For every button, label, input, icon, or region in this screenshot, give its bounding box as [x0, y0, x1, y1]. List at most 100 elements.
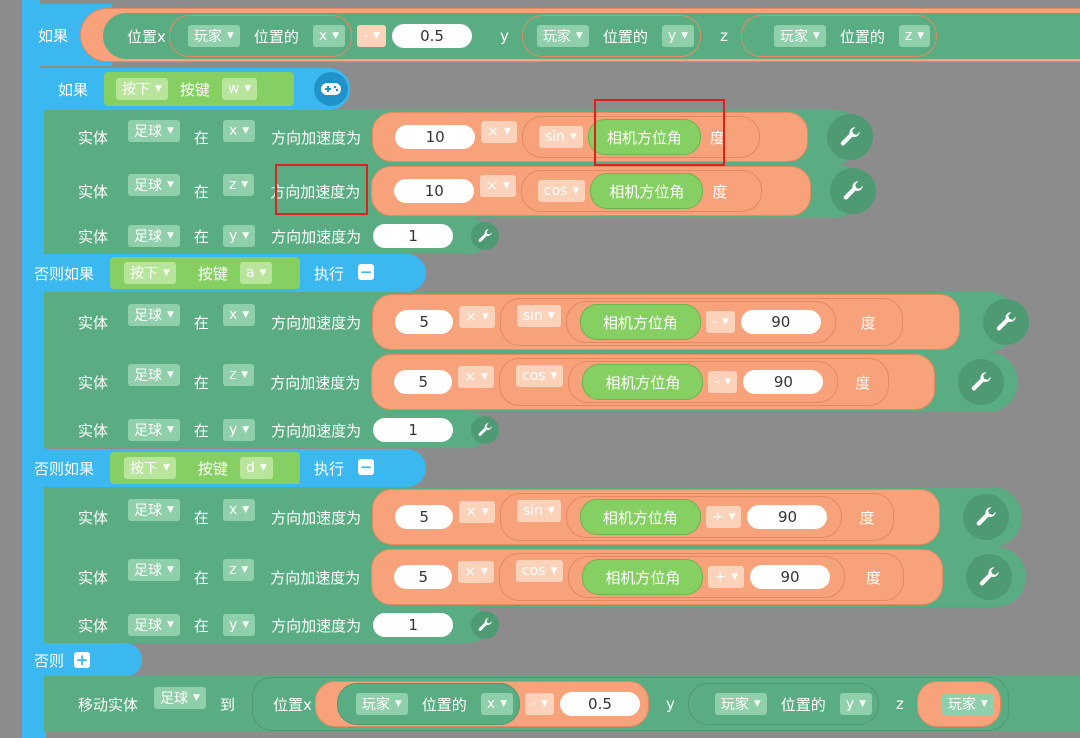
- trig-dropdown[interactable]: cos ▼: [515, 560, 564, 582]
- collapse-icon[interactable]: −: [358, 459, 374, 475]
- wrench-icon[interactable]: [827, 114, 874, 160]
- cos-block[interactable]: cos ▼ 相机方位角 + ▼ 90 度: [498, 553, 905, 601]
- axis-z-dropdown[interactable]: z ▼: [898, 25, 931, 47]
- math-multiply[interactable]: 5 × ▼ cos ▼ 相机方位角 - ▼ 90 度: [371, 354, 936, 410]
- number-input[interactable]: 5: [395, 505, 454, 529]
- key-press-a[interactable]: 按下 ▼ 按键 a ▼: [110, 257, 300, 289]
- axis-y-dropdown[interactable]: y ▼: [661, 25, 695, 47]
- math-multiply[interactable]: 10 × ▼ cos ▼ 相机方位角 度: [371, 166, 812, 216]
- number-input[interactable]: 5: [394, 370, 453, 394]
- op-dropdown[interactable]: + ▼: [705, 506, 742, 528]
- key-w-dropdown[interactable]: w ▼: [221, 78, 258, 100]
- wrench-icon[interactable]: [958, 359, 1005, 405]
- axis-dropdown[interactable]: x ▼: [222, 499, 256, 521]
- key-press-w[interactable]: 按下 ▼ 按键 w ▼: [104, 72, 294, 106]
- player-dropdown[interactable]: 玩家 ▼: [536, 25, 589, 47]
- camera-azimuth-block[interactable]: 相机方位角: [579, 304, 701, 340]
- wrench-icon[interactable]: [963, 494, 1010, 540]
- trig-dropdown[interactable]: cos ▼: [515, 365, 564, 387]
- sin-block[interactable]: sin ▼ 相机方位角 + ▼ 90 度: [499, 493, 894, 541]
- player-dropdown[interactable]: 玩家 ▼: [714, 693, 767, 715]
- mul-op-dropdown[interactable]: × ▼: [459, 306, 495, 328]
- axis-dropdown[interactable]: z ▼: [222, 364, 255, 386]
- object-dropdown[interactable]: 足球 ▼: [128, 120, 180, 142]
- mul-op-dropdown[interactable]: × ▼: [458, 561, 494, 583]
- number-input[interactable]: 1: [373, 613, 454, 637]
- cos-block[interactable]: cos ▼ 相机方位角 - ▼ 90 度: [498, 358, 890, 406]
- trig-dropdown[interactable]: sin ▼: [516, 305, 561, 327]
- math-multiply[interactable]: 5 × ▼ cos ▼ 相机方位角 + ▼ 90 度: [371, 549, 944, 605]
- math-multiply[interactable]: 10 × ▼ sin ▼ 相机方位角 度: [372, 112, 809, 162]
- math-multiply[interactable]: 5 × ▼ sin ▼ 相机方位角 - ▼ 90 度: [372, 294, 961, 350]
- inner-if-block[interactable]: 如果 按下 ▼ 按键 w ▼: [22, 68, 350, 110]
- axis-dropdown[interactable]: x ▼: [222, 304, 256, 326]
- mul-op-dropdown[interactable]: × ▼: [480, 175, 516, 197]
- wrench-icon[interactable]: [983, 299, 1030, 345]
- axis-dropdown[interactable]: x ▼: [222, 120, 256, 142]
- add-block[interactable]: 相机方位角 + ▼ 90: [568, 556, 846, 598]
- axis-dropdown[interactable]: z ▼: [222, 174, 255, 196]
- player-dropdown[interactable]: 玩家 ▼: [941, 693, 994, 715]
- object-dropdown[interactable]: 足球 ▼: [128, 364, 180, 386]
- angle-input[interactable]: 90: [747, 505, 828, 529]
- camera-azimuth-block[interactable]: 相机方位角: [590, 173, 704, 209]
- add-block[interactable]: 相机方位角 + ▼ 90: [565, 496, 843, 538]
- player-dropdown[interactable]: 玩家 ▼: [187, 25, 240, 47]
- move-entity-block[interactable]: 移动实体 足球 ▼ 到 位置x 玩家 ▼ 位置的 x ▼ - ▼ 0.5 y 玩家 ▼ 位…: [44, 676, 1080, 732]
- axis-dropdown[interactable]: y ▼: [222, 614, 256, 636]
- subtract-block[interactable]: 玩家 ▼ 位置的 x ▼ - ▼ 0.5: [314, 681, 649, 727]
- number-input[interactable]: 1: [373, 224, 454, 248]
- sin-block[interactable]: sin ▼ 相机方位角 - ▼ 90 度: [499, 298, 903, 346]
- number-input[interactable]: 5: [394, 565, 453, 589]
- axis-y-dropdown[interactable]: y ▼: [839, 693, 873, 715]
- player-pos-y[interactable]: 玩家 ▼ 位置的 y ▼: [521, 15, 702, 57]
- position-block[interactable]: 位置x 玩家 ▼ 位置的 x ▼ - ▼ 0.5 y 玩家 ▼ 位置的 y ▼ z 玩家 ▼…: [80, 8, 1080, 62]
- subtract-block[interactable]: 相机方位角 - ▼ 90: [565, 301, 836, 343]
- object-dropdown[interactable]: 足球 ▼: [128, 174, 180, 196]
- angle-input[interactable]: 90: [750, 565, 831, 589]
- angle-input[interactable]: 90: [743, 370, 824, 394]
- player-pos-z[interactable]: 玩家 ▼ 位置的 z ▼: [740, 15, 938, 57]
- elseif-a-block[interactable]: 否则如果 按下 ▼ 按键 a ▼ 执行 −: [22, 254, 426, 292]
- trig-dropdown[interactable]: sin ▼: [538, 126, 583, 148]
- position-x-block[interactable]: 位置x 玩家 ▼ 位置的 x ▼ - ▼ 0.5 y 玩家 ▼ 位置的 y ▼ z 玩家 ▼…: [103, 13, 1080, 59]
- key-d-dropdown[interactable]: d ▼: [239, 457, 273, 479]
- minus-op-dropdown[interactable]: - ▼: [525, 693, 554, 715]
- press-dropdown[interactable]: 按下 ▼: [124, 262, 176, 284]
- camera-azimuth-block[interactable]: 相机方位角: [582, 559, 704, 595]
- number-input[interactable]: 10: [395, 125, 476, 149]
- position-block[interactable]: 位置x 玩家 ▼ 位置的 x ▼ - ▼ 0.5 y 玩家 ▼ 位置的 y ▼ z 玩家 ▼: [251, 677, 1009, 731]
- trig-dropdown[interactable]: cos ▼: [537, 180, 586, 202]
- op-dropdown[interactable]: - ▼: [705, 311, 735, 333]
- minus-op-dropdown[interactable]: - ▼: [357, 25, 387, 47]
- key-press-d[interactable]: 按下 ▼ 按键 d ▼: [110, 452, 300, 484]
- axis-dropdown[interactable]: y ▼: [222, 225, 256, 247]
- camera-azimuth-block[interactable]: 相机方位角: [582, 364, 704, 400]
- number-input[interactable]: 1: [373, 418, 454, 442]
- player-dropdown[interactable]: 玩家 ▼: [355, 693, 408, 715]
- object-dropdown[interactable]: 足球 ▼: [128, 225, 180, 247]
- block-workspace[interactable]: 如果 位置x 玩家 ▼ 位置的 x ▼ - ▼ 0.5 y 玩家 ▼ 位置的 y ▼ z …: [0, 0, 1080, 738]
- axis-dropdown[interactable]: y ▼: [222, 419, 256, 441]
- number-input[interactable]: 5: [395, 310, 454, 334]
- expand-icon[interactable]: +: [74, 652, 91, 668]
- player-pos-y[interactable]: 玩家 ▼ 位置的 y ▼: [687, 683, 880, 725]
- subtract-block[interactable]: 相机方位角 - ▼ 90: [568, 361, 839, 403]
- object-dropdown[interactable]: 足球 ▼: [128, 499, 180, 521]
- key-a-dropdown[interactable]: a ▼: [239, 262, 273, 284]
- press-dropdown[interactable]: 按下 ▼: [124, 457, 176, 479]
- player-pos-z[interactable]: 玩家 ▼: [916, 681, 1001, 727]
- collapse-icon[interactable]: −: [358, 264, 374, 280]
- player-pos-x[interactable]: 玩家 ▼ 位置的 x ▼: [168, 15, 353, 57]
- mul-op-dropdown[interactable]: × ▼: [458, 366, 494, 388]
- player-pos-x[interactable]: 玩家 ▼ 位置的 x ▼: [336, 683, 520, 725]
- trig-dropdown[interactable]: sin ▼: [516, 500, 561, 522]
- mul-op-dropdown[interactable]: × ▼: [459, 501, 495, 523]
- press-dropdown[interactable]: 按下 ▼: [116, 78, 168, 100]
- number-input[interactable]: 10: [394, 179, 475, 203]
- wrench-icon[interactable]: [830, 168, 877, 214]
- wrench-icon[interactable]: [471, 416, 500, 444]
- offset-input[interactable]: 0.5: [559, 692, 640, 716]
- player-dropdown[interactable]: 玩家 ▼: [773, 25, 826, 47]
- object-dropdown[interactable]: 足球 ▼: [128, 559, 180, 581]
